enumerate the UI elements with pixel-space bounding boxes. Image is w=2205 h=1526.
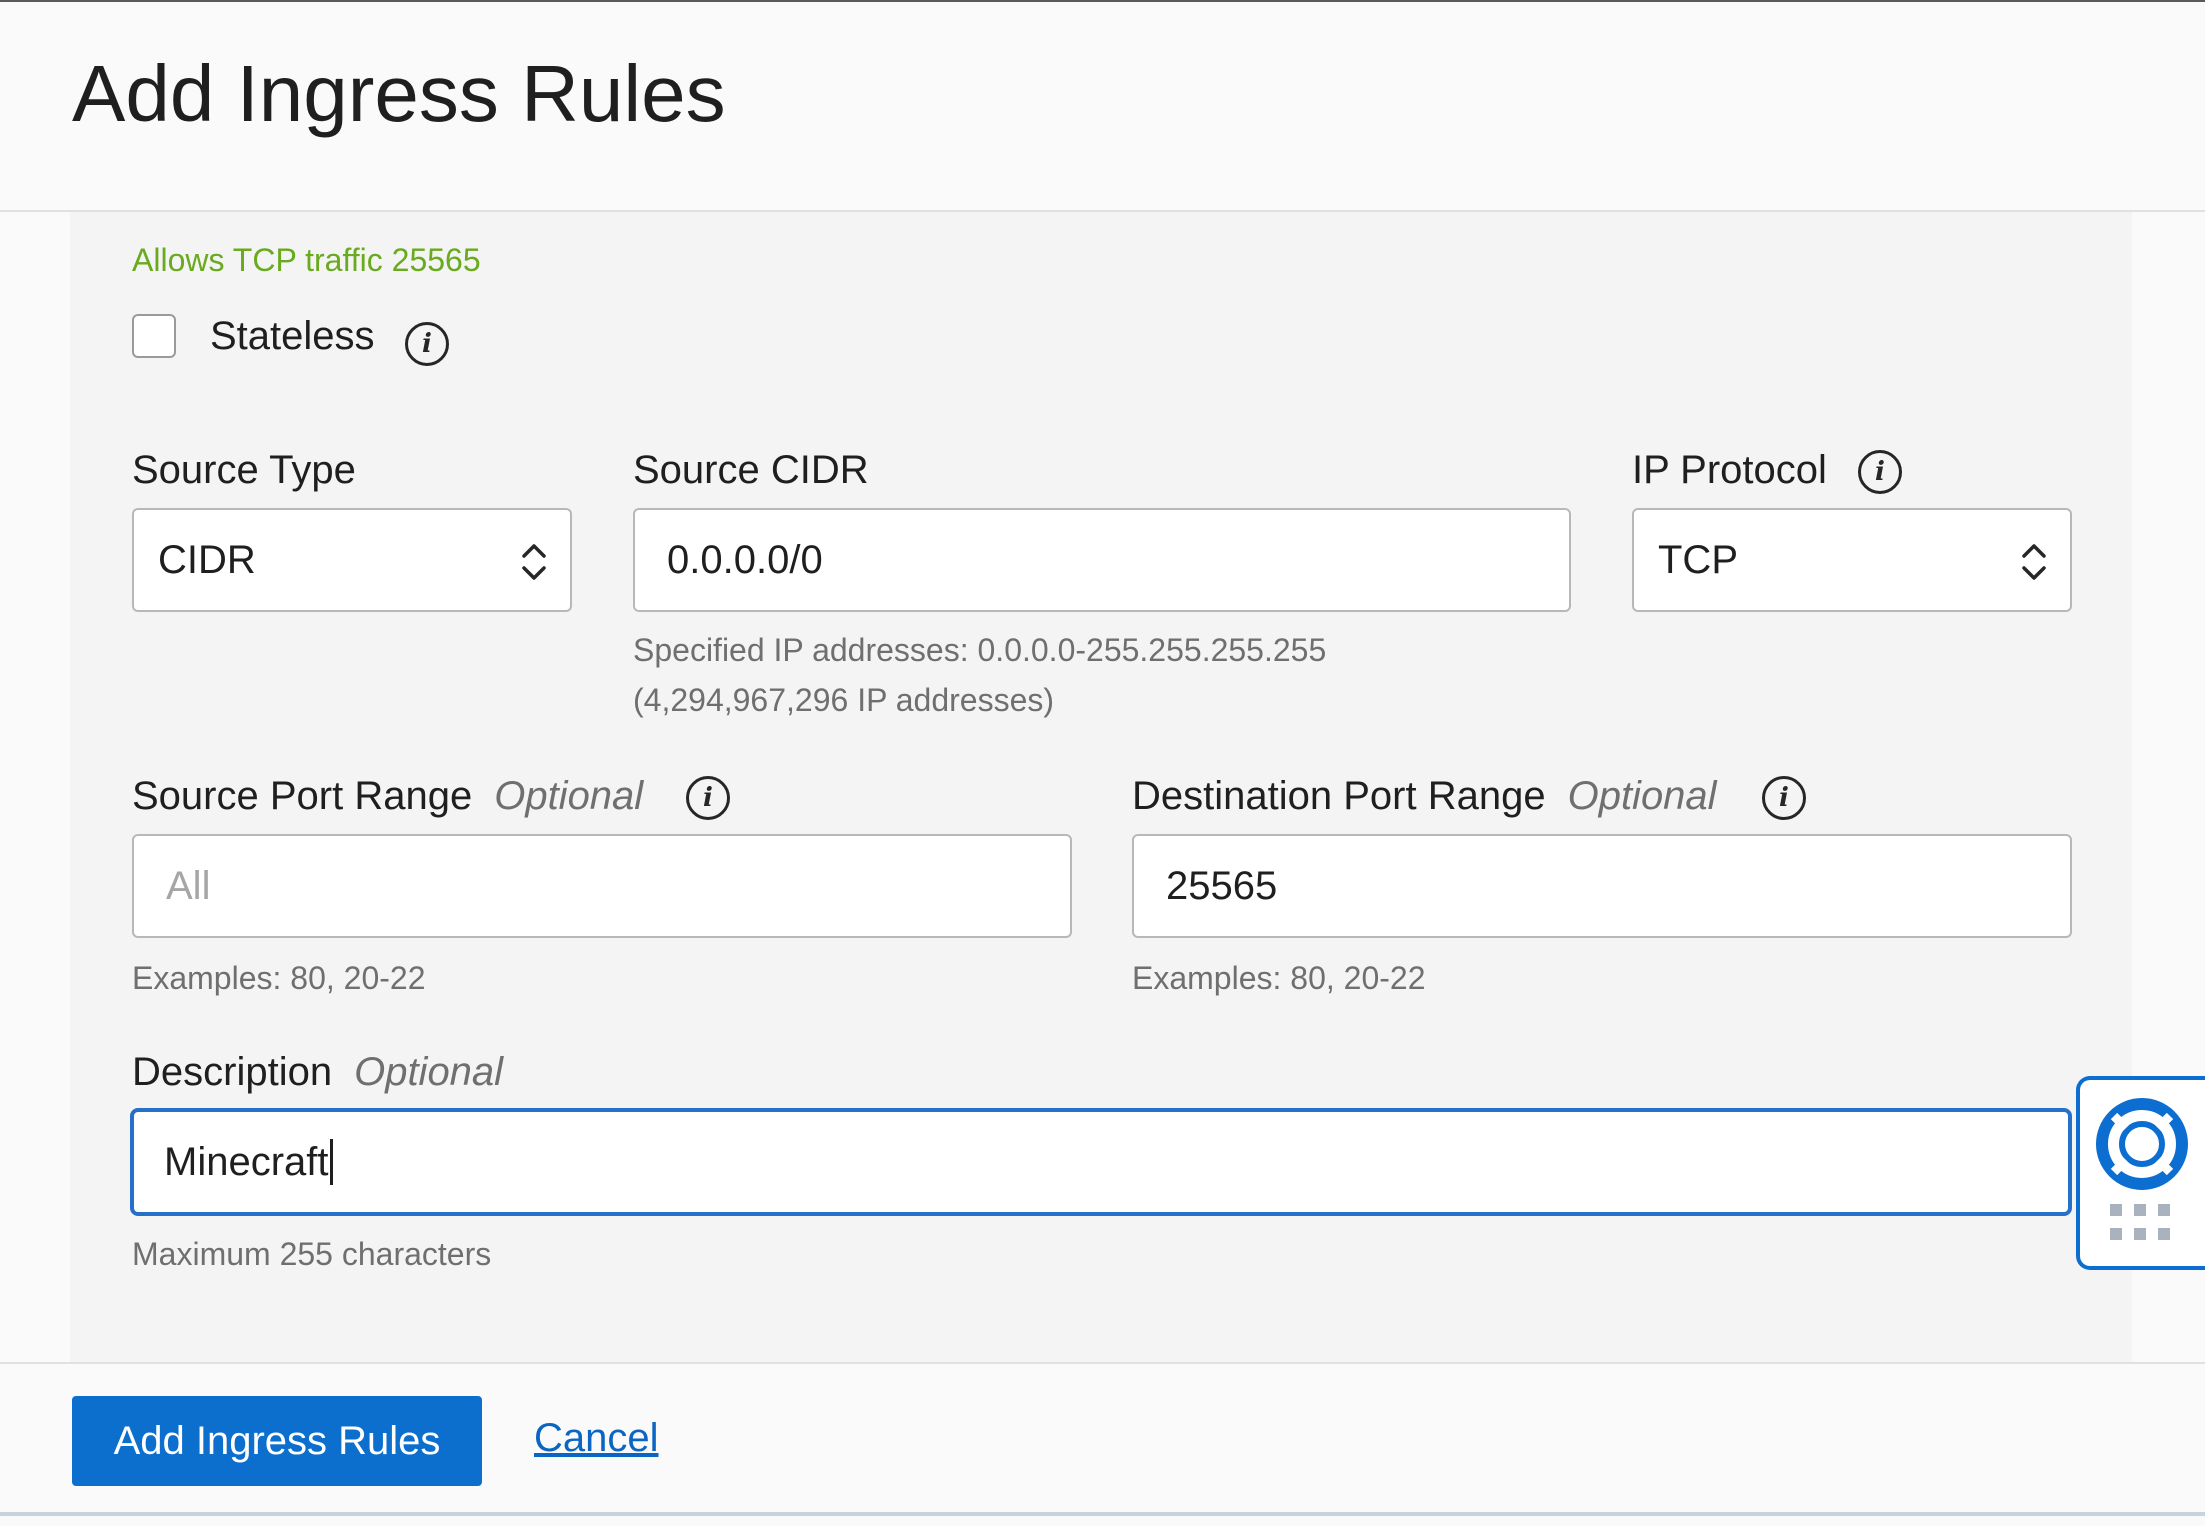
lifebuoy-icon[interactable]: [2094, 1096, 2190, 1192]
ip-protocol-info-icon[interactable]: i: [1858, 450, 1902, 494]
source-type-label: Source Type: [132, 448, 356, 492]
source-port-range-info-icon[interactable]: i: [686, 776, 730, 820]
destination-port-range-value: 25565: [1166, 863, 1278, 908]
description-input[interactable]: Minecraft: [130, 1108, 2072, 1216]
window-bottom-border: [0, 1512, 2205, 1516]
source-cidr-help-range: Specified IP addresses: 0.0.0.0-255.255.…: [633, 632, 1327, 668]
page-title: Add Ingress Rules: [72, 49, 726, 138]
text-cursor: [329, 1139, 333, 1185]
select-chevrons-icon: [522, 544, 546, 580]
help-widget[interactable]: [2076, 1076, 2205, 1270]
optional-tag: Optional: [1567, 774, 1717, 818]
source-port-range-input[interactable]: All: [132, 834, 1072, 938]
stateless-checkbox[interactable]: [132, 314, 176, 358]
destination-port-range-help: Examples: 80, 20-22: [1132, 960, 1426, 996]
source-port-range-label-text: Source Port Range: [132, 774, 473, 818]
select-chevrons-icon: [2022, 544, 2046, 580]
description-help: Maximum 255 characters: [132, 1236, 492, 1272]
dialog-header: Add Ingress Rules: [0, 2, 2205, 212]
source-cidr-label: Source CIDR: [633, 448, 869, 492]
source-type-value: CIDR: [158, 537, 256, 582]
source-cidr-input[interactable]: 0.0.0.0/0: [633, 508, 1571, 612]
source-cidr-help-count: (4,294,967,296 IP addresses): [633, 682, 1055, 718]
source-type-select[interactable]: CIDR: [132, 508, 572, 612]
optional-tag: Optional: [494, 774, 644, 818]
ip-protocol-label: IP Protocol: [1632, 448, 1827, 492]
ip-protocol-select[interactable]: TCP: [1632, 508, 2072, 612]
destination-port-range-input[interactable]: 25565: [1132, 834, 2072, 938]
destination-port-range-info-icon[interactable]: i: [1762, 776, 1806, 820]
optional-tag: Optional: [354, 1050, 504, 1094]
cancel-link[interactable]: Cancel: [534, 1416, 659, 1461]
add-ingress-rules-button[interactable]: Add Ingress Rules: [72, 1396, 482, 1486]
source-port-range-help: Examples: 80, 20-22: [132, 960, 426, 996]
source-cidr-value: 0.0.0.0/0: [667, 537, 823, 582]
destination-port-range-label-text: Destination Port Range: [1132, 774, 1546, 818]
description-label-text: Description: [132, 1050, 333, 1094]
grip-icon[interactable]: [2110, 1204, 2174, 1244]
description-value: Minecraft: [164, 1139, 329, 1184]
source-port-range-label: Source Port Range Optional: [132, 774, 643, 819]
destination-port-range-label: Destination Port Range Optional: [1132, 774, 1717, 819]
rule-status-message: Allows TCP traffic 25565: [132, 242, 481, 278]
description-label: Description Optional: [132, 1050, 503, 1095]
dialog-footer: Add Ingress Rules Cancel: [0, 1362, 2205, 1512]
stateless-info-icon[interactable]: i: [405, 322, 449, 366]
ip-protocol-value: TCP: [1658, 537, 1738, 582]
stateless-label[interactable]: Stateless: [210, 314, 375, 359]
source-port-range-placeholder: All: [166, 863, 211, 908]
